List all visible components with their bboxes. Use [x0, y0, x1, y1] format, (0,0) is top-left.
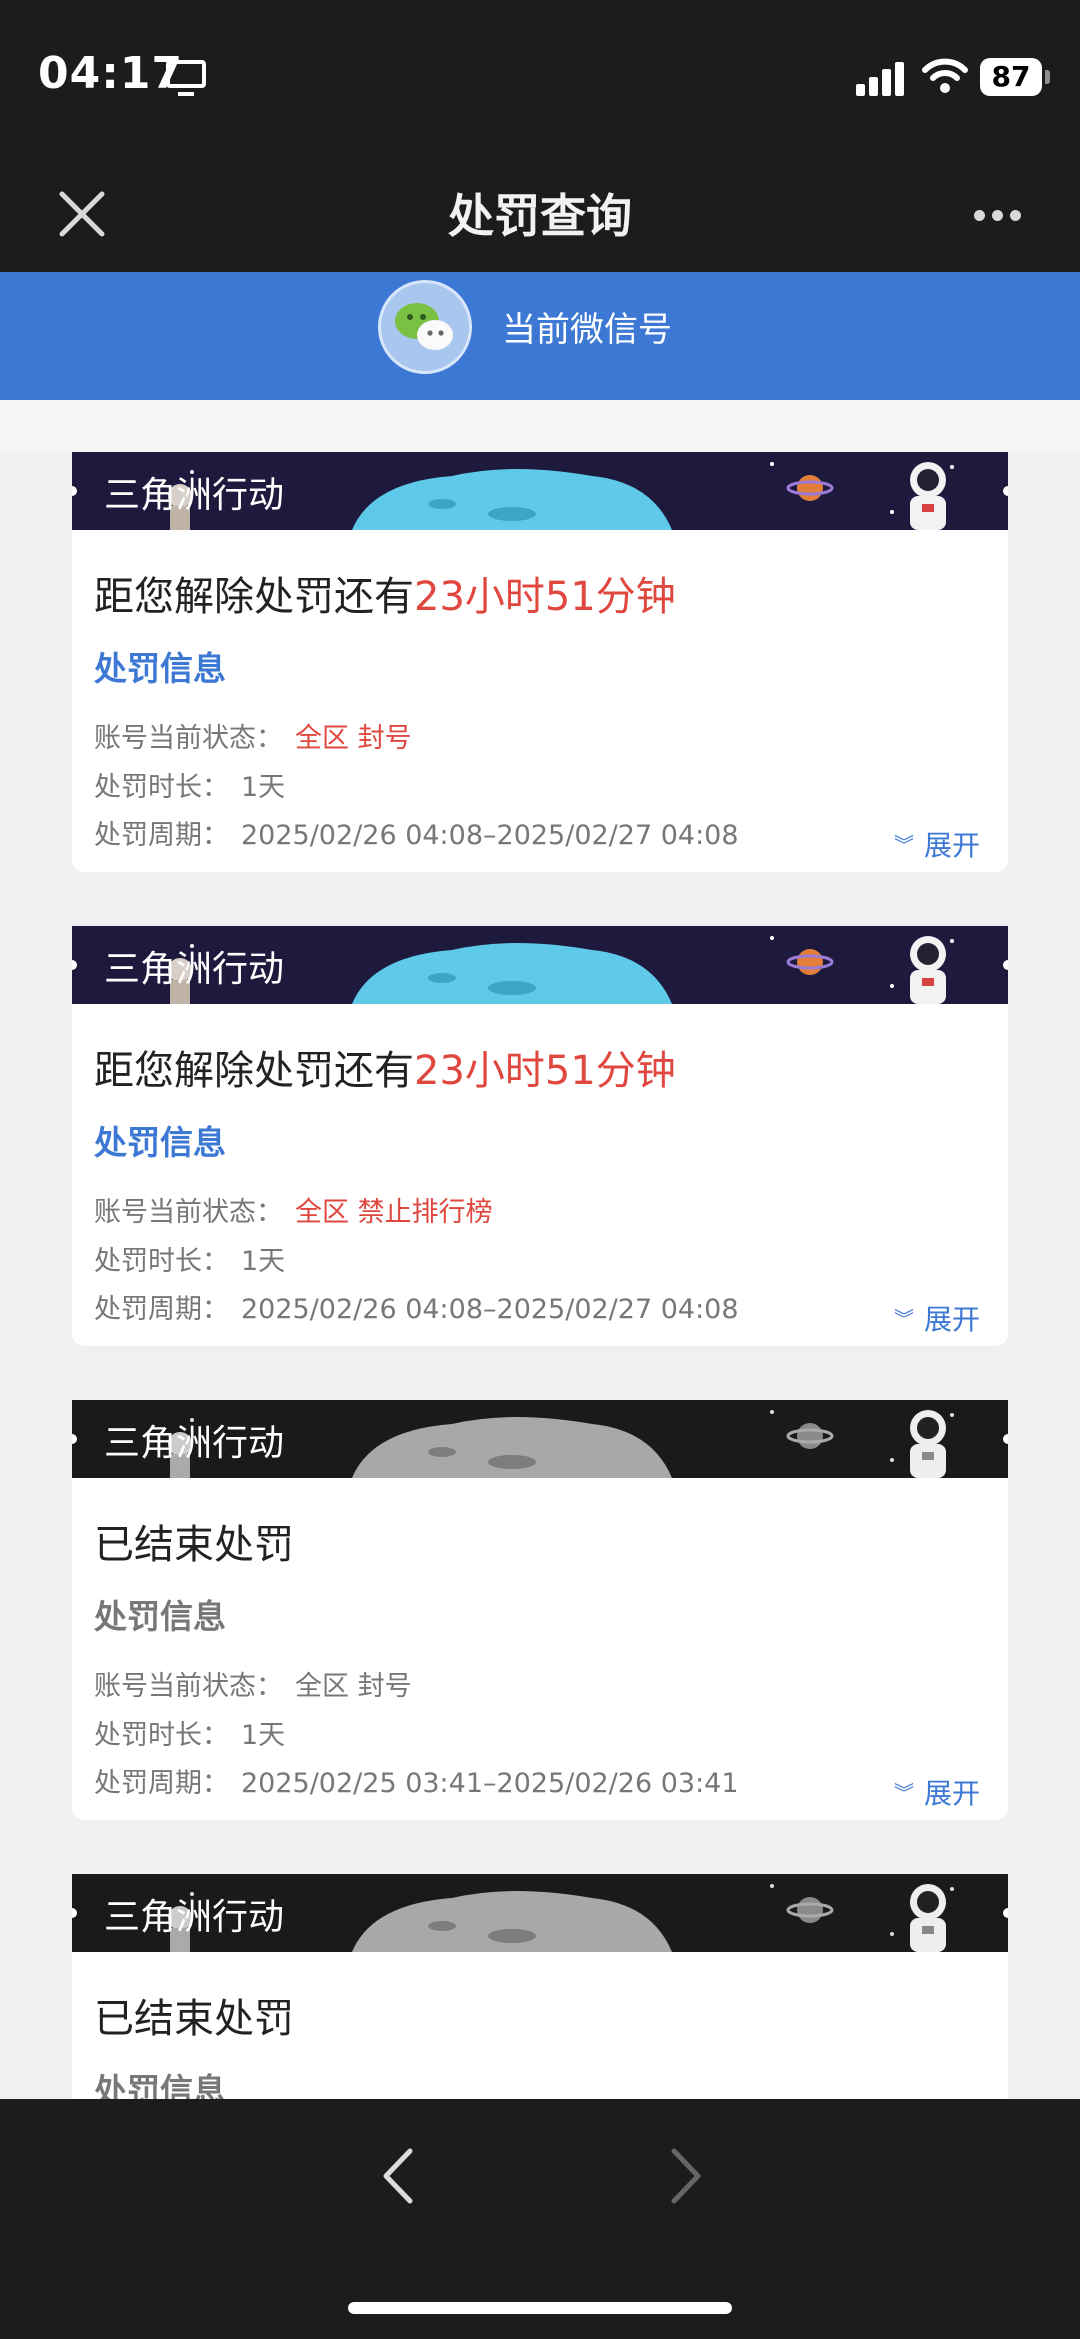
- section-title: 处罚信息: [94, 2071, 226, 2099]
- chevron-down-double-icon: ︾: [893, 833, 914, 857]
- planet-icon: [797, 1423, 823, 1449]
- period-label: 处罚周期：: [94, 820, 229, 851]
- duration-value: 1天: [241, 1246, 286, 1277]
- duration-value: 1天: [241, 1720, 286, 1751]
- game-banner: 三角洲行动: [72, 1874, 1008, 1952]
- planet-icon: [797, 1897, 823, 1923]
- account-bar: 当前微信号: [0, 272, 1080, 400]
- expand-button[interactable]: ︾ 展开: [894, 1772, 980, 1812]
- status-time: 04:17: [38, 48, 184, 99]
- game-title: 三角洲行动: [104, 1897, 285, 1938]
- nav-bar: 处罚查询: [0, 160, 1080, 272]
- planet-icon: [797, 475, 823, 501]
- period-row: 处罚周期： 2025/02/26 04:08–2025/02/27 04:08: [94, 813, 739, 852]
- countdown-prefix: 距您解除处罚还有: [94, 574, 414, 620]
- duration-label: 处罚时长：: [94, 1246, 229, 1277]
- planet-icon: [797, 949, 823, 975]
- ended-label: 已结束处罚: [94, 1996, 294, 2042]
- game-banner: 三角洲行动: [72, 926, 1008, 1004]
- ended-label: 已结束处罚: [94, 1522, 294, 1568]
- expand-label: 展开: [923, 1303, 980, 1336]
- duration-value: 1天: [241, 772, 286, 803]
- section-title: 处罚信息: [94, 649, 226, 688]
- page-title: 处罚查询: [448, 189, 632, 243]
- game-banner: 三角洲行动: [72, 452, 1008, 530]
- period-value: 2025/02/25 03:41–2025/02/26 03:41: [241, 1768, 739, 1799]
- status-label: 账号当前状态：: [94, 1671, 283, 1702]
- period-value: 2025/02/26 04:08–2025/02/27 04:08: [241, 820, 739, 851]
- penalty-countdown: 距您解除处罚还有23小时51分钟: [94, 1038, 676, 1096]
- duration-row: 处罚时长： 1天: [94, 765, 285, 804]
- period-row: 处罚周期： 2025/02/26 04:08–2025/02/27 04:08: [94, 1287, 739, 1326]
- battery-icon: 87: [980, 58, 1050, 96]
- game-banner: 三角洲行动: [72, 1400, 1008, 1478]
- chevron-down-double-icon: ︾: [893, 1781, 914, 1805]
- status-label: 账号当前状态：: [94, 1197, 283, 1228]
- status-value: 全区 封号: [295, 723, 412, 754]
- status-bar: 04:17 87: [0, 0, 1080, 160]
- more-icon[interactable]: [966, 200, 1030, 230]
- duration-row: 处罚时长： 1天: [94, 1713, 285, 1752]
- period-label: 处罚周期：: [94, 1294, 229, 1325]
- penalty-status-ended: 已结束处罚: [94, 1986, 294, 2044]
- countdown-value: 23小时51分钟: [414, 574, 676, 620]
- section-title: 处罚信息: [94, 1597, 226, 1636]
- penalty-list[interactable]: 三角洲行动 距您解除处罚还有23小时51分钟 处罚信息 账号当前状态： 全区 封号…: [0, 452, 1080, 2099]
- countdown-value: 23小时51分钟: [414, 1048, 676, 1094]
- status-row: 账号当前状态： 全区 禁止排行榜: [94, 1190, 493, 1229]
- duration-label: 处罚时长：: [94, 1720, 229, 1751]
- penalty-card: 三角洲行动 已结束处罚 处罚信息 账号当前状态： 全区 封号 处罚时长： 1天 处罚…: [72, 1400, 1008, 1820]
- game-title: 三角洲行动: [104, 949, 285, 990]
- game-title: 三角洲行动: [104, 1423, 285, 1464]
- period-value: 2025/02/26 04:08–2025/02/27 04:08: [241, 1294, 739, 1325]
- wechat-icon: [378, 280, 472, 374]
- penalty-status-ended: 已结束处罚: [94, 1512, 294, 1570]
- home-indicator: [348, 2302, 732, 2314]
- chevron-down-double-icon: ︾: [893, 1307, 914, 1331]
- penalty-countdown: 距您解除处罚还有23小时51分钟: [94, 564, 676, 622]
- forward-arrow-icon[interactable]: [656, 2141, 716, 2211]
- expand-label: 展开: [923, 1777, 980, 1810]
- status-row: 账号当前状态： 全区 封号: [94, 716, 412, 755]
- section-title: 处罚信息: [94, 1123, 226, 1162]
- account-label: 当前微信号: [502, 310, 672, 350]
- countdown-prefix: 距您解除处罚还有: [94, 1048, 414, 1094]
- expand-label: 展开: [923, 829, 980, 862]
- back-arrow-icon[interactable]: [368, 2141, 428, 2211]
- game-title: 三角洲行动: [104, 475, 285, 516]
- wifi-icon: [922, 58, 968, 93]
- penalty-card: 三角洲行动 距您解除处罚还有23小时51分钟 处罚信息 账号当前状态： 全区 封号…: [72, 452, 1008, 872]
- cellular-signal-icon: [856, 60, 906, 96]
- status-label: 账号当前状态：: [94, 723, 283, 754]
- status-value: 全区 封号: [295, 1671, 412, 1702]
- status-row: 账号当前状态： 全区 封号: [94, 1664, 412, 1703]
- duration-row: 处罚时长： 1天: [94, 1239, 285, 1278]
- status-value: 全区 禁止排行榜: [295, 1197, 493, 1228]
- penalty-card: 三角洲行动 距您解除处罚还有23小时51分钟 处罚信息 账号当前状态： 全区 禁止…: [72, 926, 1008, 1346]
- expand-button[interactable]: ︾ 展开: [894, 824, 980, 864]
- separator-strip: [0, 400, 1080, 452]
- period-row: 处罚周期： 2025/02/25 03:41–2025/02/26 03:41: [94, 1761, 739, 1800]
- penalty-card: 三角洲行动 已结束处罚 处罚信息: [72, 1874, 1008, 2099]
- duration-label: 处罚时长：: [94, 772, 229, 803]
- expand-button[interactable]: ︾ 展开: [894, 1298, 980, 1338]
- screen-mirror-icon: [166, 60, 206, 96]
- period-label: 处罚周期：: [94, 1768, 229, 1799]
